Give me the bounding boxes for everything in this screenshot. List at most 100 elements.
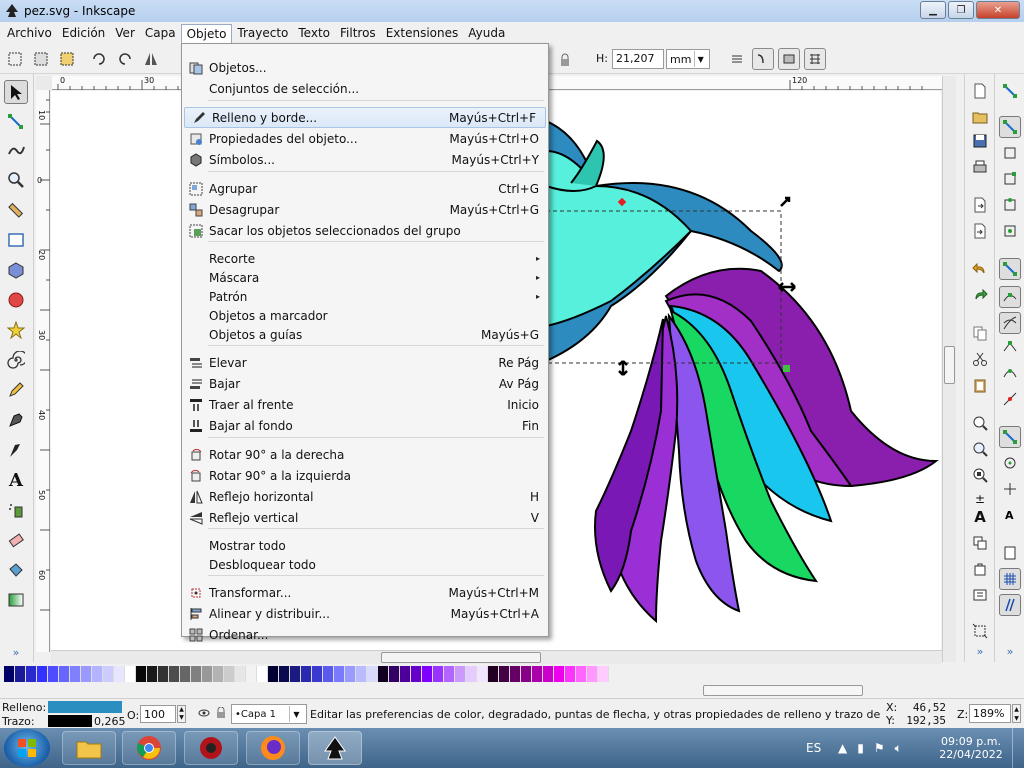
snap-intersections-icon[interactable]	[999, 312, 1021, 334]
palette-swatches[interactable]	[4, 666, 609, 682]
toggle-visibility-icon[interactable]	[198, 707, 210, 722]
selector-tool-icon[interactable]	[4, 80, 28, 104]
minimize-button[interactable]: ▁	[920, 1, 946, 19]
layer-select[interactable]: •Capa 1 ▼	[231, 704, 307, 724]
menu-item-4[interactable]: Propiedades del objeto... Mayús+Ctrl+O	[182, 128, 548, 149]
palette-swatch[interactable]	[81, 666, 92, 682]
menu-item-8[interactable]: Sacar los objetos seleccionados del grup…	[182, 220, 548, 241]
palette-swatch[interactable]	[268, 666, 279, 682]
palette-swatch[interactable]	[323, 666, 334, 682]
palette-swatch[interactable]	[246, 666, 257, 682]
zoom-page-icon[interactable]	[969, 464, 991, 486]
palette-swatch[interactable]	[477, 666, 488, 682]
volume-icon[interactable]: 🔈︎	[895, 741, 902, 756]
palette-swatch[interactable]	[125, 666, 136, 682]
palette-swatch[interactable]	[202, 666, 213, 682]
select-all-icon[interactable]	[4, 48, 26, 70]
menu-capa[interactable]: Capa	[140, 24, 181, 42]
menu-item-16[interactable]: Traer al frente Inicio	[182, 394, 548, 415]
snap-smooth-icon[interactable]	[999, 362, 1021, 384]
palette-swatch[interactable]	[356, 666, 367, 682]
menu-texto[interactable]: Texto	[293, 24, 335, 42]
close-button[interactable]: ✕	[976, 1, 1020, 19]
copy-icon[interactable]	[969, 322, 991, 344]
palette-swatch[interactable]	[521, 666, 532, 682]
clone-icon[interactable]	[969, 558, 991, 580]
palette-swatch[interactable]	[378, 666, 389, 682]
palette-scroll-thumb[interactable]	[703, 685, 863, 696]
eraser-tool-icon[interactable]	[4, 528, 28, 552]
vertical-scrollbar[interactable]	[942, 76, 956, 662]
taskbar-chrome[interactable]	[122, 731, 176, 765]
network-icon[interactable]: ▮	[857, 741, 864, 755]
menu-item-13[interactable]: Objetos a guías Mayús+G	[182, 324, 548, 345]
maximize-button[interactable]: ❐	[948, 1, 974, 19]
palette-swatch[interactable]	[114, 666, 125, 682]
menu-item-20[interactable]: Reflejo horizontal H	[182, 486, 548, 507]
zoom-spinner[interactable]: ▲ ▼	[1012, 704, 1021, 723]
snap-others-icon[interactable]	[999, 426, 1021, 448]
palette-swatch[interactable]	[92, 666, 103, 682]
palette-swatch[interactable]	[411, 666, 422, 682]
taskbar-explorer[interactable]	[62, 731, 116, 765]
palette-swatch[interactable]	[587, 666, 598, 682]
save-icon[interactable]	[969, 130, 991, 152]
menu-item-11[interactable]: Patrón ▸	[182, 286, 548, 307]
palette-scrollbar[interactable]	[0, 684, 1024, 698]
palette-swatch[interactable]	[37, 666, 48, 682]
menu-item-2[interactable]: Conjuntos de selección...	[182, 78, 548, 99]
transform-dialog-icon[interactable]	[969, 620, 991, 642]
palette-swatch[interactable]	[191, 666, 202, 682]
snap-bbox-icon[interactable]	[999, 116, 1021, 138]
new-document-icon[interactable]	[969, 80, 991, 102]
fill-swatch[interactable]	[48, 701, 122, 713]
vertical-scroll-thumb[interactable]	[944, 346, 955, 384]
menu-item-1[interactable]: Objetos...	[182, 57, 548, 78]
pencil-tool-icon[interactable]	[4, 378, 28, 402]
start-button[interactable]	[4, 729, 50, 767]
palette-swatch[interactable]	[136, 666, 147, 682]
commands-more-icon[interactable]: »	[969, 640, 991, 662]
scale-stroke-icon[interactable]	[726, 48, 748, 70]
rotate-cw-toolbar-icon[interactable]	[114, 48, 136, 70]
menu-ver[interactable]: Ver	[110, 24, 140, 42]
text-dialog-icon[interactable]: A	[969, 506, 991, 528]
palette-swatch[interactable]	[455, 666, 466, 682]
menu-item-9[interactable]: Recorte ▸	[182, 248, 548, 269]
palette-swatch[interactable]	[433, 666, 444, 682]
palette-swatch[interactable]	[488, 666, 499, 682]
menu-item-3[interactable]: Relleno y borde... Mayús+Ctrl+F	[184, 107, 546, 128]
text-tool-icon[interactable]: A	[4, 468, 28, 492]
palette-swatch[interactable]	[301, 666, 312, 682]
zoom-input[interactable]: 189%	[969, 704, 1011, 723]
menu-item-22[interactable]: Mostrar todo	[182, 535, 548, 556]
palette-swatch[interactable]	[103, 666, 114, 682]
palette-swatch[interactable]	[59, 666, 70, 682]
snap-cusp-icon[interactable]	[999, 336, 1021, 358]
taskbar-inkscape[interactable]	[308, 731, 362, 765]
menu-item-21[interactable]: Reflejo vertical V	[182, 507, 548, 528]
palette-swatch[interactable]	[598, 666, 609, 682]
palette-swatch[interactable]	[576, 666, 587, 682]
bucket-tool-icon[interactable]	[4, 558, 28, 582]
palette-swatch[interactable]	[345, 666, 356, 682]
language-indicator[interactable]: ES	[806, 728, 821, 768]
rotate-ccw-toolbar-icon[interactable]	[88, 48, 110, 70]
palette-swatch[interactable]	[400, 666, 411, 682]
menu-item-17[interactable]: Bajar al fondo Fin	[182, 415, 548, 436]
snap-nodes-icon[interactable]	[999, 258, 1021, 280]
snap-bbox-mid-icon[interactable]	[999, 194, 1021, 216]
taskbar-firefox[interactable]	[246, 731, 300, 765]
menu-item-14[interactable]: Elevar Re Pág	[182, 352, 548, 373]
deselect-icon[interactable]	[56, 48, 78, 70]
node-tool-icon[interactable]	[4, 110, 28, 134]
scale-handle-icon[interactable]	[780, 196, 791, 207]
snap-object-center-icon[interactable]	[999, 452, 1021, 474]
menu-ayuda[interactable]: Ayuda	[463, 24, 510, 42]
layer-lock-icon[interactable]	[215, 706, 227, 722]
select-all-layers-icon[interactable]	[30, 48, 52, 70]
menu-filtros[interactable]: Filtros	[335, 24, 381, 42]
palette-swatch[interactable]	[543, 666, 554, 682]
palette-swatch[interactable]	[367, 666, 378, 682]
menu-archivo[interactable]: Archivo	[2, 24, 57, 42]
